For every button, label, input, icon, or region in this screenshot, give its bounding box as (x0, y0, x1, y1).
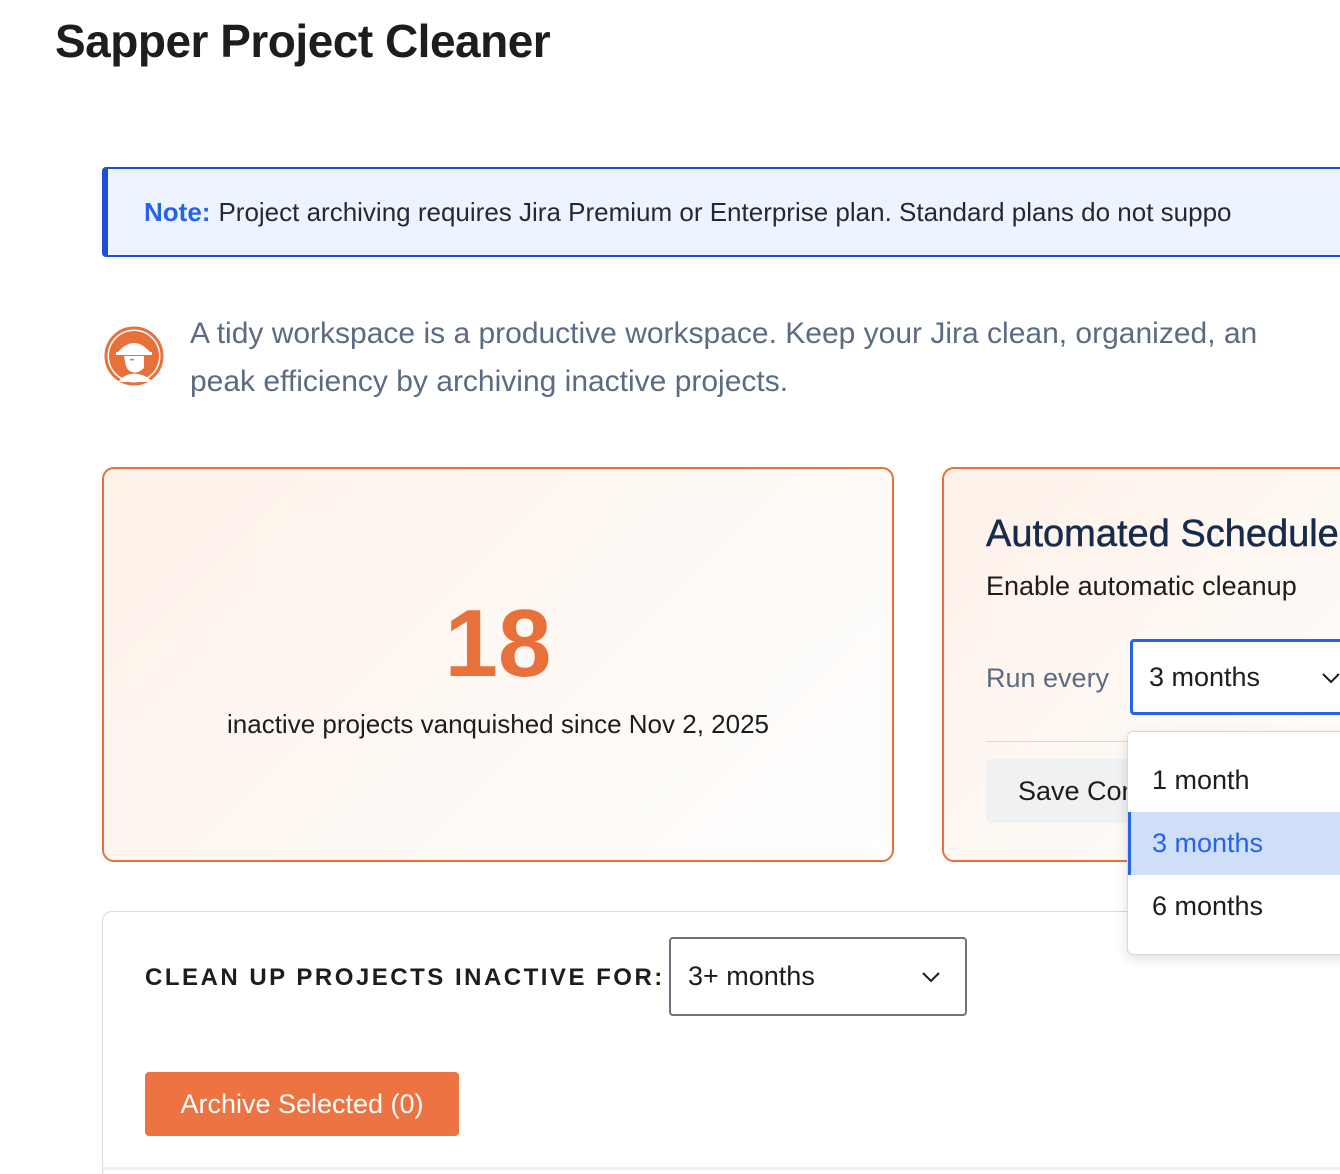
stats-caption: inactive projects vanquished since Nov 2… (227, 709, 769, 739)
chevron-down-icon (1322, 673, 1340, 684)
interval-select[interactable]: 3 months (1130, 639, 1340, 715)
sapper-mascot-icon (104, 326, 164, 386)
inactive-period-select[interactable]: 3+ months (669, 937, 967, 1016)
vanquished-count: 18 (444, 590, 552, 697)
panel-divider (103, 1167, 1340, 1170)
schedule-title: Automated Schedule (986, 513, 1339, 556)
interval-dropdown-menu: 1 month 3 months 6 months (1127, 731, 1340, 955)
schedule-subtitle: Enable automatic cleanup (986, 571, 1297, 601)
note-label: Note: (144, 196, 211, 227)
note-text: Project archiving requires Jira Premium … (218, 196, 1232, 227)
intro-line-2: peak efficiency by archiving inactive pr… (190, 365, 789, 398)
chevron-down-icon (922, 972, 940, 983)
dropdown-option-6-months[interactable]: 6 months (1128, 875, 1340, 938)
stats-card: 18 inactive projects vanquished since No… (102, 467, 894, 862)
inactive-period-value: 3+ months (688, 961, 815, 991)
archive-selected-button[interactable]: Archive Selected (0) (145, 1072, 459, 1136)
intro-line-1: A tidy workspace is a productive workspa… (190, 317, 1258, 350)
intro-text: A tidy workspace is a productive workspa… (190, 310, 1340, 406)
interval-select-value: 3 months (1149, 661, 1261, 692)
note-banner: Note: Project archiving requires Jira Pr… (102, 167, 1340, 257)
dropdown-option-1-month[interactable]: 1 month (1128, 749, 1340, 812)
dropdown-option-3-months[interactable]: 3 months (1128, 812, 1340, 875)
app-title: Sapper Project Cleaner (55, 15, 551, 67)
app-page: Sapper Project Cleaner Note: Project arc… (0, 0, 1340, 1174)
run-every-label: Run every (986, 663, 1110, 693)
cleanup-label: CLEAN UP PROJECTS INACTIVE FOR: (145, 964, 665, 991)
